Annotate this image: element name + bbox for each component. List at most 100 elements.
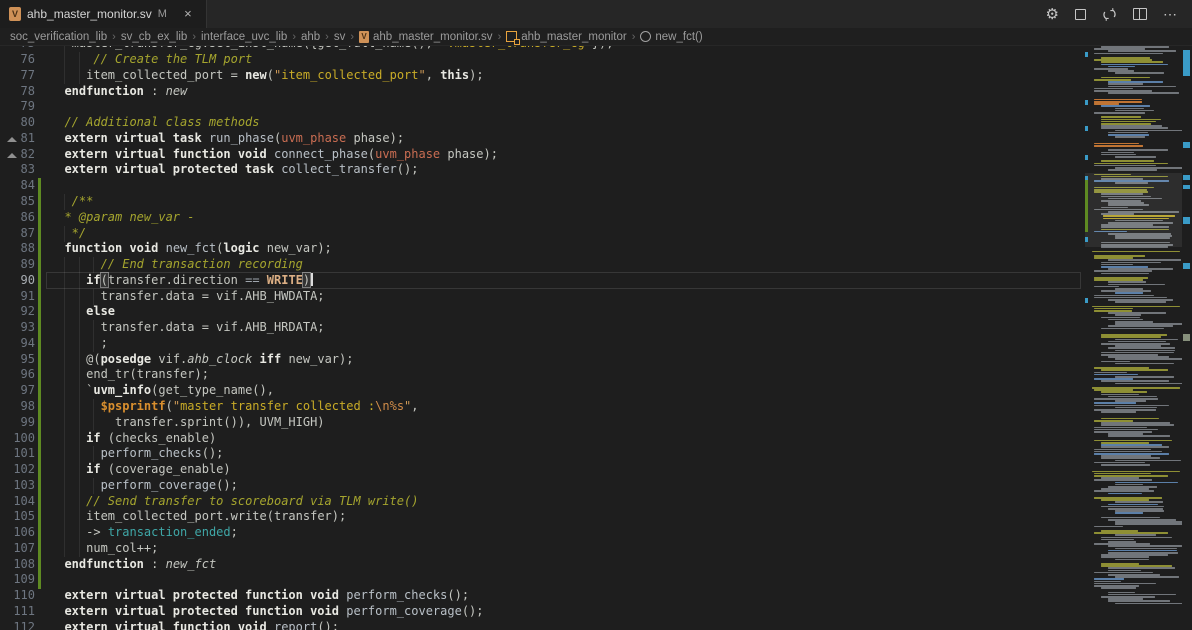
minimap-code-row	[1115, 136, 1145, 138]
code-line-111[interactable]: 111extern virtual protected function voi…	[0, 604, 1083, 620]
indent-guide	[79, 541, 80, 557]
code-line-99[interactable]: 99transfer.sprint()), UVM_HIGH)	[0, 415, 1083, 431]
square-icon[interactable]	[1075, 9, 1086, 20]
git-added-gutter	[38, 304, 41, 321]
breadcrumb-separator: ›	[350, 31, 354, 43]
code-line-80[interactable]: 80// Additional class methods	[0, 115, 1083, 131]
code-line-83[interactable]: 83extern virtual protected task collect_…	[0, 162, 1083, 178]
code-line-86[interactable]: 86* @param new_var -	[0, 210, 1083, 226]
code-line-77[interactable]: 77item_collected_port = new("item_collec…	[0, 68, 1083, 84]
line-number: 111	[0, 604, 35, 620]
tab-active-ahb-master-monitor[interactable]: V ahb_master_monitor.sv M ×	[0, 0, 207, 28]
file-icon: V	[359, 31, 369, 43]
minimap-code-row	[1094, 526, 1123, 528]
code-line-91[interactable]: 91transfer.data = vif.AHB_HWDATA;	[0, 289, 1083, 305]
code-line-102[interactable]: 102if (coverage_enable)	[0, 462, 1083, 478]
indent-guide	[64, 478, 65, 494]
code-editor[interactable]: 75master_transfer_cg.set_inst_name({get_…	[0, 0, 1085, 630]
code-line-92[interactable]: 92else	[0, 304, 1083, 320]
code-line-90[interactable]: 90if(transfer.direction == WRITE)	[0, 273, 1083, 289]
code-line-85[interactable]: 85/**	[0, 194, 1083, 210]
overview-ruler[interactable]	[1182, 0, 1192, 630]
code-line-108[interactable]: 108endfunction : new_fct	[0, 557, 1083, 573]
line-number: 98	[0, 399, 35, 415]
line-number: 110	[0, 588, 35, 604]
code-line-88[interactable]: 88function void new_fct(logic new_var);	[0, 241, 1083, 257]
indent-guide	[64, 352, 65, 368]
close-icon[interactable]: ×	[180, 6, 196, 22]
minimap-code-row	[1092, 306, 1180, 308]
git-compare-icon[interactable]	[1102, 7, 1117, 22]
split-editor-icon[interactable]	[1133, 8, 1147, 20]
minimap-code-row	[1115, 156, 1156, 158]
code-line-94[interactable]: 94;	[0, 336, 1083, 352]
more-actions-icon[interactable]: ⋯	[1163, 9, 1178, 19]
breadcrumb-item-new-fct-[interactable]: new_fct()	[640, 31, 702, 43]
code-line-100[interactable]: 100if (checks_enable)	[0, 431, 1083, 447]
minimap-code-row	[1094, 449, 1151, 451]
minimap-code-row	[1115, 482, 1178, 484]
minimap-git-added-mark	[1085, 180, 1088, 232]
code-line-112[interactable]: 112extern virtual function void report()…	[0, 620, 1083, 630]
breadcrumb-separator: ›	[112, 31, 116, 43]
code-line-81[interactable]: 81extern virtual task run_phase(uvm_phas…	[0, 131, 1083, 147]
overview-ruler-mark	[1183, 142, 1190, 148]
code-line-101[interactable]: 101perform_checks();	[0, 446, 1083, 462]
indent-guide	[79, 525, 80, 541]
code-line-96[interactable]: 96end_tr(transfer);	[0, 367, 1083, 383]
git-modified-badge: M	[158, 8, 167, 20]
code-line-95[interactable]: 95@(posedge vif.ahb_clock iff new_var);	[0, 352, 1083, 368]
code-line-106[interactable]: 106-> transaction_ended;	[0, 525, 1083, 541]
code-line-93[interactable]: 93transfer.data = vif.AHB_HRDATA;	[0, 320, 1083, 336]
breadcrumb-item-ahb-master-monitor-sv[interactable]: Vahb_master_monitor.sv	[359, 31, 493, 43]
code-line-104[interactable]: 104// Send transfer to scoreboard via TL…	[0, 494, 1083, 510]
code-line-84[interactable]: 84	[0, 178, 1083, 194]
code-line-89[interactable]: 89// End transaction recording	[0, 257, 1083, 273]
breadcrumb-item-sv[interactable]: sv	[334, 31, 346, 43]
overview-ruler-mark	[1183, 50, 1190, 76]
line-number: 77	[0, 68, 35, 84]
breadcrumb-item-sv-cb-ex-lib[interactable]: sv_cb_ex_lib	[121, 31, 187, 43]
minimap-code-row	[1108, 493, 1142, 495]
code-text: // Send transfer to scoreboard via TLM w…	[86, 494, 418, 510]
code-line-105[interactable]: 105item_collected_port.write(transfer);	[0, 509, 1083, 525]
breadcrumb-item-ahb[interactable]: ahb	[301, 31, 320, 43]
minimap-code-row	[1108, 435, 1170, 437]
gear-icon[interactable]: ⚙	[1046, 7, 1059, 22]
breadcrumb-item-interface-uvc-lib[interactable]: interface_uvc_lib	[201, 31, 287, 43]
minimap-slider[interactable]	[1085, 173, 1182, 247]
code-line-76[interactable]: 76// Create the TLM port	[0, 52, 1083, 68]
line-number: 93	[0, 320, 35, 336]
code-text: * @param new_var -	[64, 210, 194, 226]
code-line-97[interactable]: 97`uvm_info(get_type_name(),	[0, 383, 1083, 399]
line-number: 99	[0, 415, 35, 431]
code-text: extern virtual protected function void p…	[64, 588, 469, 604]
minimap-code-row	[1115, 339, 1178, 341]
breadcrumb-item-soc-verification-lib[interactable]: soc_verification_lib	[10, 31, 107, 43]
code-line-103[interactable]: 103perform_coverage();	[0, 478, 1083, 494]
code-line-109[interactable]: 109	[0, 572, 1083, 588]
minimap-change-mark	[1085, 126, 1088, 131]
minimap-code-row	[1115, 130, 1185, 132]
code-line-110[interactable]: 110 extern virtual protected function voi…	[0, 588, 1083, 604]
breadcrumb-item-ahb-master-monitor[interactable]: ahb_master_monitor	[506, 31, 626, 43]
git-added-gutter	[38, 194, 41, 211]
minimap-code-row	[1094, 490, 1154, 492]
indent-guide	[79, 431, 80, 447]
code-line-87[interactable]: 87*/	[0, 226, 1083, 242]
line-number: 92	[0, 304, 35, 320]
code-line-78[interactable]: 78endfunction : new	[0, 84, 1083, 100]
code-text: if (checks_enable)	[86, 431, 216, 447]
minimap[interactable]	[1085, 0, 1182, 630]
git-added-gutter	[38, 352, 41, 369]
indent-guide	[64, 367, 65, 383]
code-line-107[interactable]: 107num_col++;	[0, 541, 1083, 557]
breadcrumb-separator: ›	[292, 31, 296, 43]
breadcrumb: soc_verification_lib › sv_cb_ex_lib › interf…	[0, 28, 1192, 46]
code-line-79[interactable]: 79	[0, 99, 1083, 115]
code-line-82[interactable]: 82extern virtual function void connect_p…	[0, 147, 1083, 163]
indent-guide	[93, 399, 94, 415]
line-number: 105	[0, 509, 35, 525]
tab-title: ahb_master_monitor.sv	[27, 7, 152, 21]
code-line-98[interactable]: 98$psprintf("master transfer collected :…	[0, 399, 1083, 415]
